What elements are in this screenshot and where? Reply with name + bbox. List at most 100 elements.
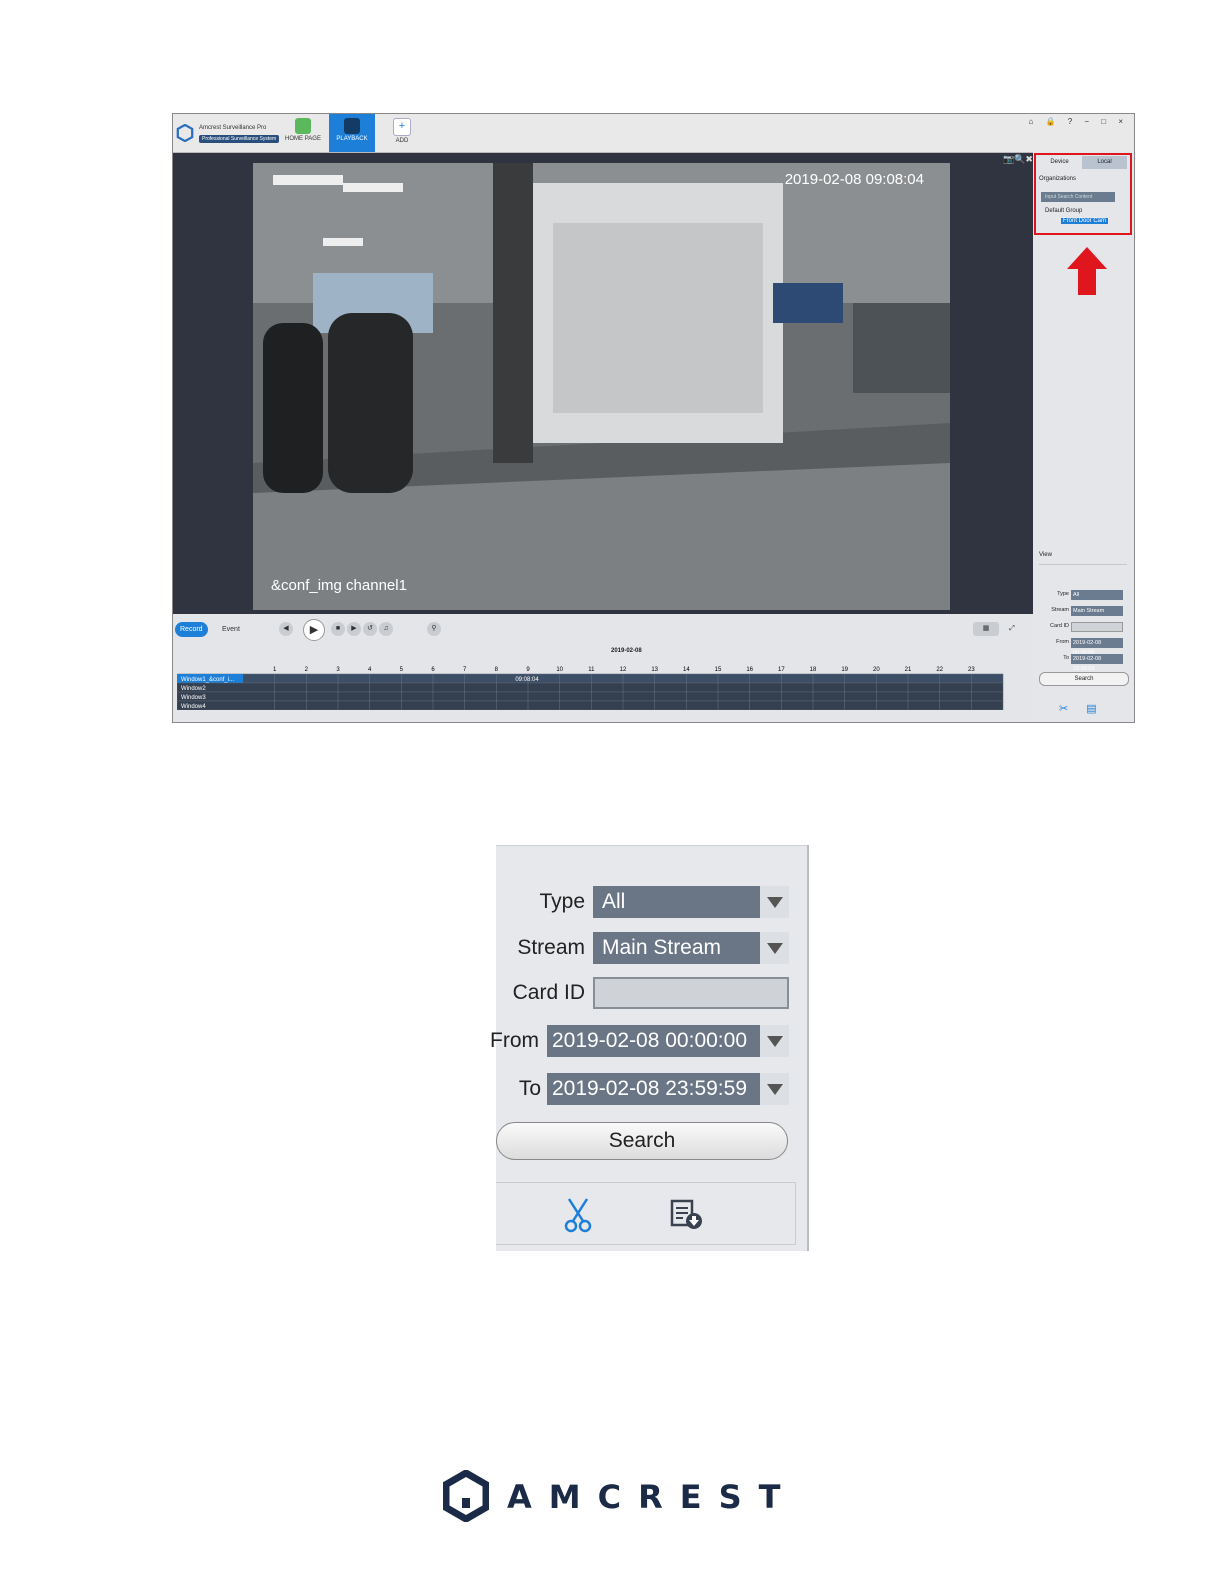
rewind-icon[interactable]: ◀: [279, 622, 293, 636]
to-datetime[interactable]: 2019-02-08 23:59:59: [547, 1073, 789, 1105]
nav-home-page[interactable]: HOME PAGE: [280, 114, 326, 152]
timeline-hour-label: 22: [936, 667, 943, 673]
timeline-hour-label: 2: [305, 667, 309, 673]
to-row: To 2019-02-08 23:59:59: [496, 1073, 791, 1105]
zoom-icon[interactable]: ⚲: [427, 622, 441, 636]
to-datetime[interactable]: 2019-02-08 23:59:59: [1071, 654, 1123, 672]
scissors-icon[interactable]: ✂: [1059, 703, 1086, 715]
timeline-date: 2019-02-08: [611, 648, 642, 654]
timeline-hour-label: 17: [778, 667, 785, 673]
search-button[interactable]: Search: [496, 1122, 788, 1160]
timeline-hour-label: 8: [495, 667, 499, 673]
from-datetime[interactable]: 2019-02-08 00:00:00: [547, 1025, 789, 1057]
mini-search-form: Type All Stream Main Stream Card ID From 20…: [1035, 588, 1133, 672]
timeline-hour-label: 3: [336, 667, 340, 673]
timeline-hour-label: 7: [463, 667, 467, 673]
search-panel-zoom: Type All Stream Main Stream Card ID From…: [490, 845, 809, 1251]
video-playback-view[interactable]: 2019-02-08 09:08:04 &conf_img channel1: [253, 163, 950, 610]
mini-search-button[interactable]: Search: [1039, 672, 1129, 686]
type-row: Type All: [496, 886, 791, 918]
side-panel: Device Local Organizations Input Search …: [1033, 152, 1134, 722]
timeline-hour-label: 11: [588, 667, 595, 673]
timeline-row[interactable]: [177, 691, 1004, 702]
plus-icon: +: [393, 118, 411, 136]
timeline-hour-label: 15: [715, 667, 722, 673]
red-up-arrow-icon: [1067, 247, 1107, 295]
app-subtitle: Professional Surveillance System: [199, 135, 280, 143]
stream-label: Stream: [517, 936, 585, 959]
timeline-hour-label: 19: [841, 667, 848, 673]
timeline-hour-label: 5: [400, 667, 404, 673]
timeline-row[interactable]: [177, 700, 1004, 710]
card-id-input[interactable]: [1071, 622, 1123, 632]
timeline-grid[interactable]: 1 2 3 4 5 6 7 8 9 10 11 12 13 14 15 16 17 18 19 20 21 22 23Win…: [177, 664, 1017, 710]
video-toolbar[interactable]: 📷🔍✖: [1003, 154, 1033, 165]
timeline-hour-label: 10: [556, 667, 563, 673]
timeline-hour-label: 23: [968, 667, 975, 673]
scissors-icon[interactable]: [563, 1197, 593, 1233]
timeline-hour-label: 14: [683, 667, 690, 673]
volume-icon[interactable]: ♫: [379, 622, 393, 636]
playback-window-screenshot: Amcrest Surveillance Pro Professional Su…: [172, 113, 1135, 723]
timeline-hour-label: 9: [526, 667, 530, 673]
layout-icon[interactable]: ▦: [973, 622, 999, 636]
mini-tool-icons: ✂▤: [1059, 702, 1115, 715]
stream-select[interactable]: Main Stream: [593, 932, 789, 964]
timeline-window-label: Window2: [181, 686, 206, 692]
chevron-down-icon[interactable]: [760, 932, 789, 964]
fullscreen-icon[interactable]: ⤢: [1005, 622, 1019, 636]
event-mode-button[interactable]: Event: [217, 622, 245, 637]
timeline-window-label: Window4: [181, 704, 206, 710]
camera-frame: [253, 163, 950, 610]
app-title: Amcrest Surveillance Pro: [199, 125, 267, 131]
nav-playback[interactable]: PLAYBACK: [329, 114, 375, 152]
from-datetime[interactable]: 2019-02-08 00:00:00: [1071, 638, 1123, 656]
timeline-hour-label: 18: [810, 667, 817, 673]
from-row: From 2019-02-08 00:00:00: [490, 1025, 791, 1057]
chevron-down-icon[interactable]: [760, 1073, 789, 1105]
card-id-input[interactable]: [593, 977, 789, 1009]
home-icon: [295, 118, 311, 134]
timeline-record-marker: 09:08:04: [515, 677, 539, 683]
timeline-window-label: Window1_&conf_i...: [181, 677, 234, 683]
highlight-box: [1034, 153, 1132, 235]
app-logo: Amcrest Surveillance Pro Professional Su…: [176, 120, 280, 148]
stream-select[interactable]: Main Stream: [1071, 606, 1123, 616]
timeline-hour-label: 20: [873, 667, 880, 673]
timeline-row[interactable]: [177, 682, 1004, 693]
from-label: From: [490, 1029, 539, 1052]
chevron-down-icon[interactable]: [760, 886, 789, 918]
timeline-hour-label: 6: [431, 667, 435, 673]
export-icon[interactable]: [670, 1199, 704, 1231]
next-frame-icon[interactable]: ▶: [347, 622, 361, 636]
brand-wordmark: AMCREST: [507, 1478, 798, 1516]
timeline[interactable]: 2019-02-08 1 2 3 4 5 6 7 8 9 10 11 12 13 14 15 16 17 18 19…: [173, 644, 1033, 722]
type-select[interactable]: All: [1071, 590, 1123, 600]
timeline-hour-label: 4: [368, 667, 372, 673]
film-clapper-icon: [344, 118, 360, 134]
amcrest-logo-icon: [176, 124, 194, 142]
play-icon[interactable]: ▶: [303, 619, 325, 641]
slow-icon[interactable]: ↺: [363, 622, 377, 636]
stop-icon[interactable]: ■: [331, 622, 345, 636]
timeline-row[interactable]: [177, 673, 1004, 684]
tool-icon-bar: [496, 1182, 796, 1245]
view-select[interactable]: View: [1039, 552, 1127, 565]
nav-add[interactable]: + ADD: [379, 114, 425, 152]
timeline-hour-label: 16: [746, 667, 753, 673]
record-mode-button[interactable]: Record: [175, 622, 208, 637]
timeline-hour-label: 13: [651, 667, 658, 673]
chevron-down-icon[interactable]: [760, 1025, 789, 1057]
timeline-hour-label: 1: [273, 667, 277, 673]
type-select[interactable]: All: [593, 886, 789, 918]
timeline-hour-label: 21: [905, 667, 912, 673]
card-id-label: Card ID: [512, 981, 585, 1004]
card-id-row: Card ID: [496, 977, 791, 1009]
to-label: To: [518, 1077, 541, 1100]
stream-row: Stream Main Stream: [496, 932, 791, 964]
type-label: Type: [539, 890, 585, 913]
amcrest-logo-icon: [443, 1470, 489, 1522]
export-icon[interactable]: ▤: [1086, 703, 1114, 715]
amcrest-footer-logo: AMCREST: [443, 1470, 780, 1522]
window-controls[interactable]: ⌂ 🔒 ? − □ ×: [1028, 117, 1128, 126]
